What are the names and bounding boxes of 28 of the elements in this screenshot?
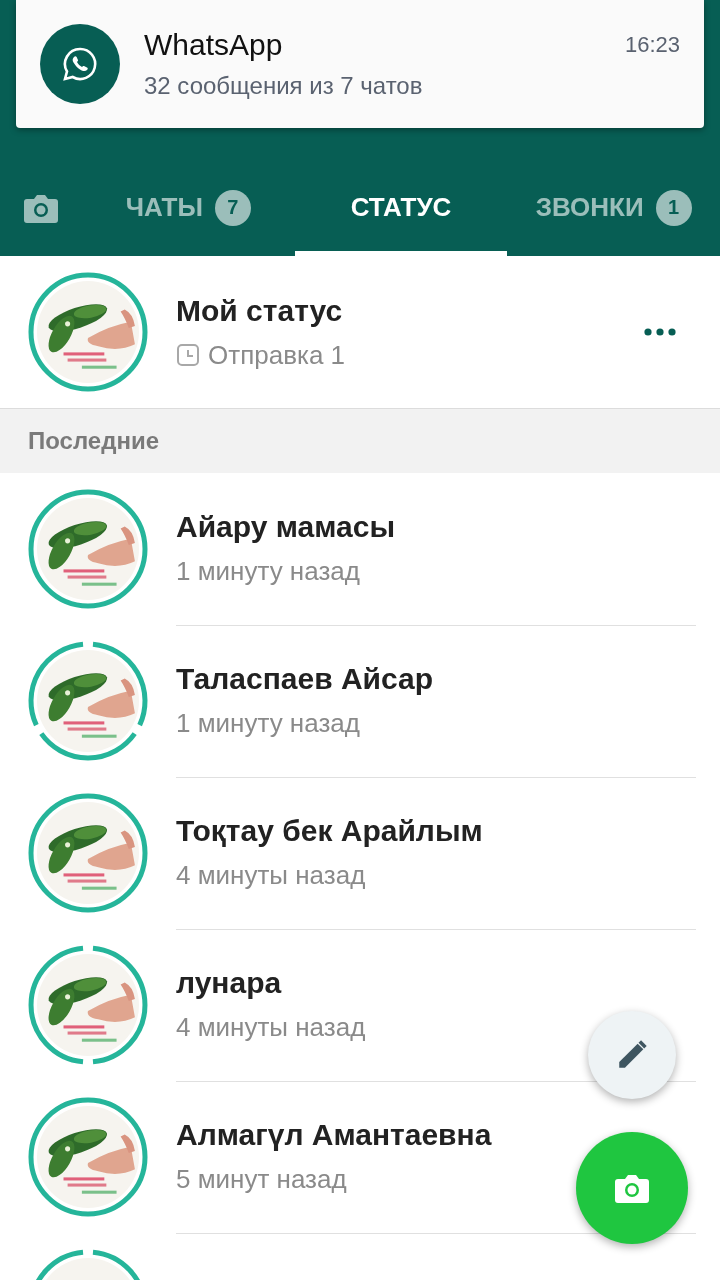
tab[interactable]: ЗВОНКИ 1 <box>507 170 720 256</box>
notification-time: 16:23 <box>624 32 680 58</box>
status-time: 1 минуту назад <box>176 556 360 587</box>
status-subtitle: Отправка 1 <box>208 339 346 371</box>
more-options-icon[interactable] <box>644 328 676 336</box>
app-name: WhatsApp <box>144 28 284 62</box>
status-time: 4 минуты назад <box>176 1012 366 1043</box>
tab[interactable]: СТАТУС <box>294 170 508 256</box>
section-header: Последние <box>0 409 720 473</box>
contact-name: лунара <box>176 966 283 1000</box>
edit-fab[interactable] <box>588 1011 676 1099</box>
tab[interactable]: ЧАТЫ 7 <box>82 170 295 256</box>
contact-name: Айару мамасы <box>176 510 396 544</box>
status-item[interactable]: Таласпаев Айсар 1 минуту назад <box>0 625 720 777</box>
contact-name: Тоқтау бек Арайлым <box>176 814 484 848</box>
clock-icon <box>176 343 200 367</box>
contact-name: Алмагүл Амантаевна <box>176 1118 493 1152</box>
status-time: 5 минут назад <box>176 1164 347 1195</box>
contact-name: Мой статус <box>176 293 344 328</box>
count-badge: 1 <box>655 189 692 226</box>
status-time: 1 минуту назад <box>176 708 360 739</box>
contact-name: Таласпаев Айсар <box>176 662 435 696</box>
status-item[interactable]: Тоқтау бек Арайлым 4 минуты назад <box>0 777 720 929</box>
status-time: 4 минуты назад <box>176 860 366 891</box>
notification-card[interactable]: WhatsApp 32 сообщения из 7 чатов 16:23 <box>16 0 704 128</box>
count-badge: 7 <box>214 189 251 226</box>
status-item[interactable]: Айару мамасы 1 минуту назад <box>0 473 720 625</box>
notification-text: 32 сообщения из 7 чатов <box>144 72 424 100</box>
